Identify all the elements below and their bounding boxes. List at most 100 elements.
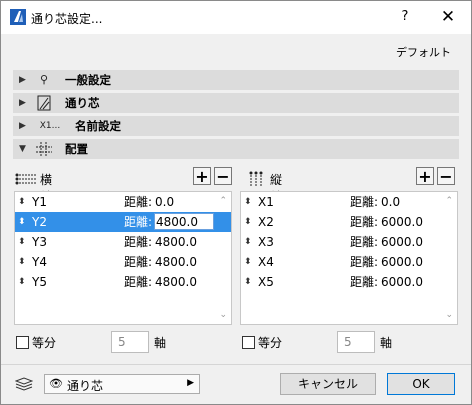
help-button[interactable]: ? bbox=[393, 6, 417, 28]
axis-name: X3 bbox=[258, 235, 274, 249]
list-item-selected[interactable]: ⬍ Y2 距離: 4800.0 bbox=[15, 212, 231, 232]
distance-value[interactable]: 4800.0 bbox=[155, 232, 197, 252]
axis-name: X2 bbox=[258, 215, 274, 229]
list-item[interactable]: ⬍ Y1 距離: 0.0 bbox=[15, 192, 231, 212]
distance-label: 距離: bbox=[124, 275, 153, 289]
dialog-title: 通り芯設定... bbox=[31, 12, 103, 26]
axis-unit-label: 軸 bbox=[380, 336, 393, 350]
axis-count-input-right[interactable]: 5 bbox=[337, 331, 375, 353]
reorder-handle-icon[interactable]: ⬍ bbox=[18, 212, 26, 232]
layers-icon bbox=[15, 377, 33, 391]
distance-value[interactable]: 4800.0 bbox=[155, 252, 197, 272]
expand-arrow-icon: ▶ bbox=[19, 75, 26, 85]
distance-value[interactable]: 4800.0 bbox=[155, 272, 197, 292]
section-naming[interactable]: ▶ X1... 名前設定 bbox=[13, 116, 459, 136]
remove-horizontal-axis-button[interactable]: − bbox=[214, 167, 232, 185]
distance-value[interactable]: 6000.0 bbox=[381, 252, 423, 272]
layer-value: 通り芯 bbox=[67, 379, 104, 393]
axis-unit-label: 軸 bbox=[154, 336, 167, 350]
grid-hatch-icon bbox=[37, 95, 51, 111]
list-item[interactable]: ⬍ Y4 距離: 4800.0 bbox=[15, 252, 231, 272]
vertical-axis-list[interactable]: ⬍ X1 距離: 0.0 ⬍ X2 距離: 6000.0 ⬍ X3 距離: 60… bbox=[240, 191, 458, 325]
axis-name: X1 bbox=[258, 195, 274, 209]
list-item[interactable]: ⬍ X5 距離: 6000.0 bbox=[241, 272, 457, 292]
horizontal-axis-list[interactable]: ⬍ Y1 距離: 0.0 ⬍ Y2 距離: 4800.0 ⬍ Y3 距離: 48… bbox=[14, 191, 232, 325]
axis-name: Y4 bbox=[32, 255, 47, 269]
axis-name: Y5 bbox=[32, 275, 47, 289]
archicad-logo-icon bbox=[10, 9, 26, 25]
distance-label: 距離: bbox=[124, 215, 153, 229]
reorder-handle-icon[interactable]: ⬍ bbox=[244, 232, 252, 252]
reorder-handle-icon[interactable]: ⬍ bbox=[244, 252, 252, 272]
distance-value[interactable]: 6000.0 bbox=[381, 212, 423, 232]
equal-divide-label: 等分 bbox=[258, 336, 283, 350]
reorder-handle-icon[interactable]: ⬍ bbox=[18, 272, 26, 292]
equal-divide-label: 等分 bbox=[32, 336, 57, 350]
ok-button[interactable]: OK bbox=[387, 373, 455, 395]
distance-value[interactable]: 0.0 bbox=[381, 192, 400, 212]
reorder-handle-icon[interactable]: ⬍ bbox=[244, 192, 252, 212]
axis-name: X4 bbox=[258, 255, 274, 269]
grid-settings-dialog: 通り芯設定... ? ✕ デフォルト ▶ ⚲ 一般設定 ▶ 通り芯 ▶ X1..… bbox=[0, 0, 472, 405]
close-button[interactable]: ✕ bbox=[433, 6, 463, 28]
list-item[interactable]: ⬍ X3 距離: 6000.0 bbox=[241, 232, 457, 252]
list-item[interactable]: ⬍ Y3 距離: 4800.0 bbox=[15, 232, 231, 252]
distance-label: 距離: bbox=[350, 235, 379, 249]
x1-name-icon: X1... bbox=[39, 121, 61, 131]
section-label: 配置 bbox=[65, 142, 88, 156]
default-button[interactable]: デフォルト bbox=[396, 44, 451, 60]
distance-value[interactable]: 6000.0 bbox=[381, 232, 423, 252]
list-item[interactable]: ⬍ X2 距離: 6000.0 bbox=[241, 212, 457, 232]
distance-label: 距離: bbox=[124, 255, 153, 269]
footer-divider bbox=[1, 364, 471, 365]
reorder-handle-icon[interactable]: ⬍ bbox=[18, 192, 26, 212]
distance-value[interactable]: 6000.0 bbox=[381, 272, 423, 292]
distance-label: 距離: bbox=[124, 235, 153, 249]
list-item[interactable]: ⬍ X1 距離: 0.0 bbox=[241, 192, 457, 212]
chevron-right-icon: ▶ bbox=[187, 378, 194, 388]
reorder-handle-icon[interactable]: ⬍ bbox=[18, 232, 26, 252]
scroll-down-icon[interactable]: ⌄ bbox=[219, 310, 227, 320]
section-placement[interactable]: ▼ 配置 bbox=[13, 139, 459, 159]
section-label: 一般設定 bbox=[65, 73, 111, 87]
distance-input[interactable]: 4800.0 bbox=[154, 213, 214, 230]
distance-value[interactable]: 0.0 bbox=[155, 192, 174, 212]
grid-layout-icon bbox=[36, 142, 52, 156]
cancel-button[interactable]: キャンセル bbox=[280, 373, 376, 395]
reorder-handle-icon[interactable]: ⬍ bbox=[18, 252, 26, 272]
eye-icon: 👁 bbox=[49, 377, 63, 390]
expand-arrow-icon: ▶ bbox=[19, 98, 26, 108]
horizontal-axis-icon bbox=[15, 173, 36, 185]
distance-label: 距離: bbox=[350, 195, 379, 209]
equal-divide-checkbox-right[interactable] bbox=[242, 336, 255, 349]
collapse-arrow-icon: ▼ bbox=[19, 144, 26, 154]
distance-label: 距離: bbox=[124, 195, 153, 209]
section-general-settings[interactable]: ▶ ⚲ 一般設定 bbox=[13, 70, 459, 90]
axis-name: Y1 bbox=[32, 195, 47, 209]
add-horizontal-axis-button[interactable]: + bbox=[193, 167, 211, 185]
scroll-down-icon[interactable]: ⌄ bbox=[445, 310, 453, 320]
scroll-up-icon[interactable]: ⌃ bbox=[219, 196, 227, 206]
remove-vertical-axis-button[interactable]: − bbox=[437, 167, 455, 185]
reorder-handle-icon[interactable]: ⬍ bbox=[244, 212, 252, 232]
axis-name: X5 bbox=[258, 275, 274, 289]
distance-label: 距離: bbox=[350, 255, 379, 269]
list-item[interactable]: ⬍ X4 距離: 6000.0 bbox=[241, 252, 457, 272]
pin-icon: ⚲ bbox=[39, 73, 49, 86]
title-bar: 通り芯設定... ? ✕ bbox=[1, 1, 471, 34]
add-vertical-axis-button[interactable]: + bbox=[416, 167, 434, 185]
section-label: 名前設定 bbox=[75, 119, 121, 133]
list-item[interactable]: ⬍ Y5 距離: 4800.0 bbox=[15, 272, 231, 292]
axis-count-input-left[interactable]: 5 bbox=[111, 331, 149, 353]
reorder-handle-icon[interactable]: ⬍ bbox=[244, 272, 252, 292]
distance-label: 距離: bbox=[350, 215, 379, 229]
layer-dropdown[interactable]: 👁 通り芯 ▶ bbox=[44, 374, 200, 394]
vertical-axis-icon bbox=[249, 171, 263, 186]
section-label: 通り芯 bbox=[65, 96, 100, 110]
axis-name: Y3 bbox=[32, 235, 47, 249]
axis-name: Y2 bbox=[32, 215, 47, 229]
section-grid-line[interactable]: ▶ 通り芯 bbox=[13, 93, 459, 113]
equal-divide-checkbox-left[interactable] bbox=[16, 336, 29, 349]
expand-arrow-icon: ▶ bbox=[19, 121, 26, 131]
scroll-up-icon[interactable]: ⌃ bbox=[445, 196, 453, 206]
